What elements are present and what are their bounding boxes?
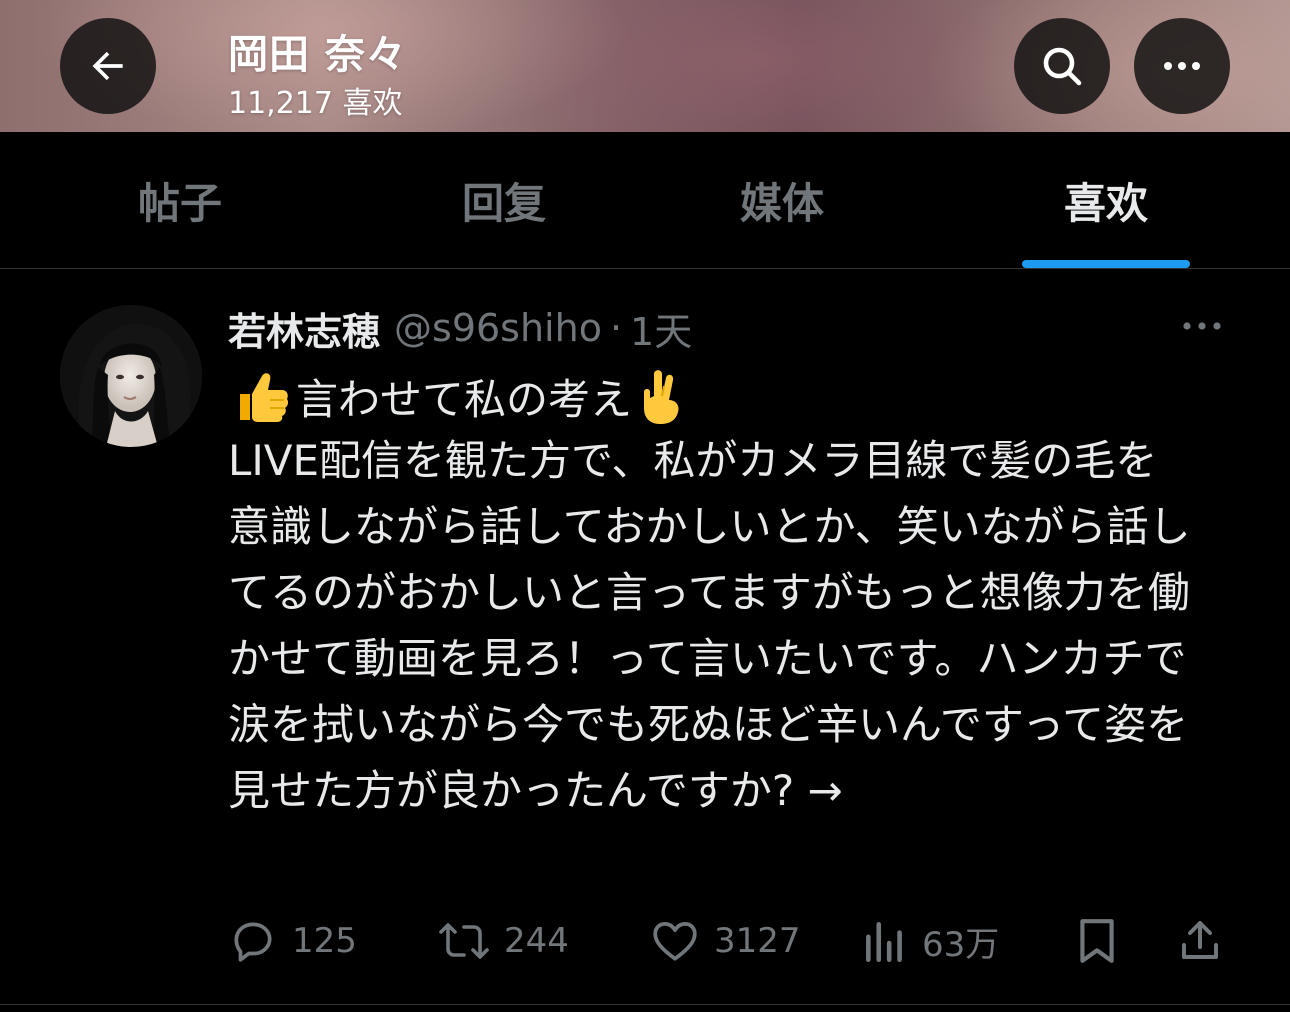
retweet-icon [439, 923, 489, 959]
tweet-header: 若林志穂 @s96shiho · 1天 [228, 300, 692, 356]
like-count: 3127 [714, 921, 801, 961]
search-button[interactable] [1014, 18, 1110, 114]
tweet-text: LIVE配信を観た方で、私がカメラ目線で髪の毛を意識しながら話しておかしいとか、… [228, 436, 1191, 815]
search-icon [1043, 47, 1082, 86]
retweet-count: 244 [504, 921, 569, 961]
crossed-fingers-icon [636, 366, 686, 426]
tweet-author-name[interactable]: 若林志穂 [228, 301, 380, 356]
tab-likes[interactable]: 喜欢 [966, 132, 1246, 268]
likes-count: 11,217 喜欢 [228, 86, 403, 121]
view-count: 63万 [922, 924, 1000, 965]
more-options-button[interactable] [1134, 18, 1230, 114]
retweet-button[interactable]: 244 [438, 912, 569, 970]
share-icon [1182, 921, 1218, 959]
divider [0, 1004, 1290, 1005]
views-button[interactable]: 63万 [862, 912, 999, 970]
reply-count: 125 [292, 921, 357, 961]
reply-icon [234, 922, 272, 962]
avatar-image [60, 305, 202, 447]
like-button[interactable]: 3127 [650, 912, 801, 970]
tweet-more-button[interactable] [1180, 312, 1224, 340]
more-horizontal-icon [1164, 62, 1200, 70]
avatar[interactable] [60, 305, 202, 447]
more-horizontal-icon [1183, 322, 1221, 330]
profile-name: 岡田 奈々 [228, 32, 407, 78]
tab-replies[interactable]: 回复 [364, 132, 644, 268]
tweet-author-handle[interactable]: @s96shiho [394, 306, 602, 350]
active-tab-indicator [1022, 260, 1190, 268]
tab-media[interactable]: 媒体 [642, 132, 922, 268]
bookmark-icon [1080, 919, 1114, 963]
tab-posts[interactable]: 帖子 [40, 132, 320, 268]
tweet-timestamp[interactable]: 1天 [630, 301, 692, 356]
profile-header-banner: 岡田 奈々 11,217 喜欢 [0, 0, 1290, 132]
back-button[interactable] [60, 18, 156, 114]
bookmark-button[interactable] [1074, 912, 1120, 970]
tweet-first-line-text: 言わせて私の考え [296, 374, 633, 424]
separator-dot: · [609, 306, 623, 350]
analytics-icon [866, 922, 902, 963]
share-button[interactable] [1176, 912, 1224, 970]
reply-button[interactable]: 125 [228, 912, 357, 970]
heart-icon [653, 922, 697, 961]
thumbs-up-icon [232, 366, 292, 426]
profile-tabs: 帖子 回复 媒体 喜欢 [0, 132, 1290, 269]
tweet-first-line: 言わせて私の考え [228, 364, 690, 428]
arrow-left-icon [92, 51, 123, 81]
